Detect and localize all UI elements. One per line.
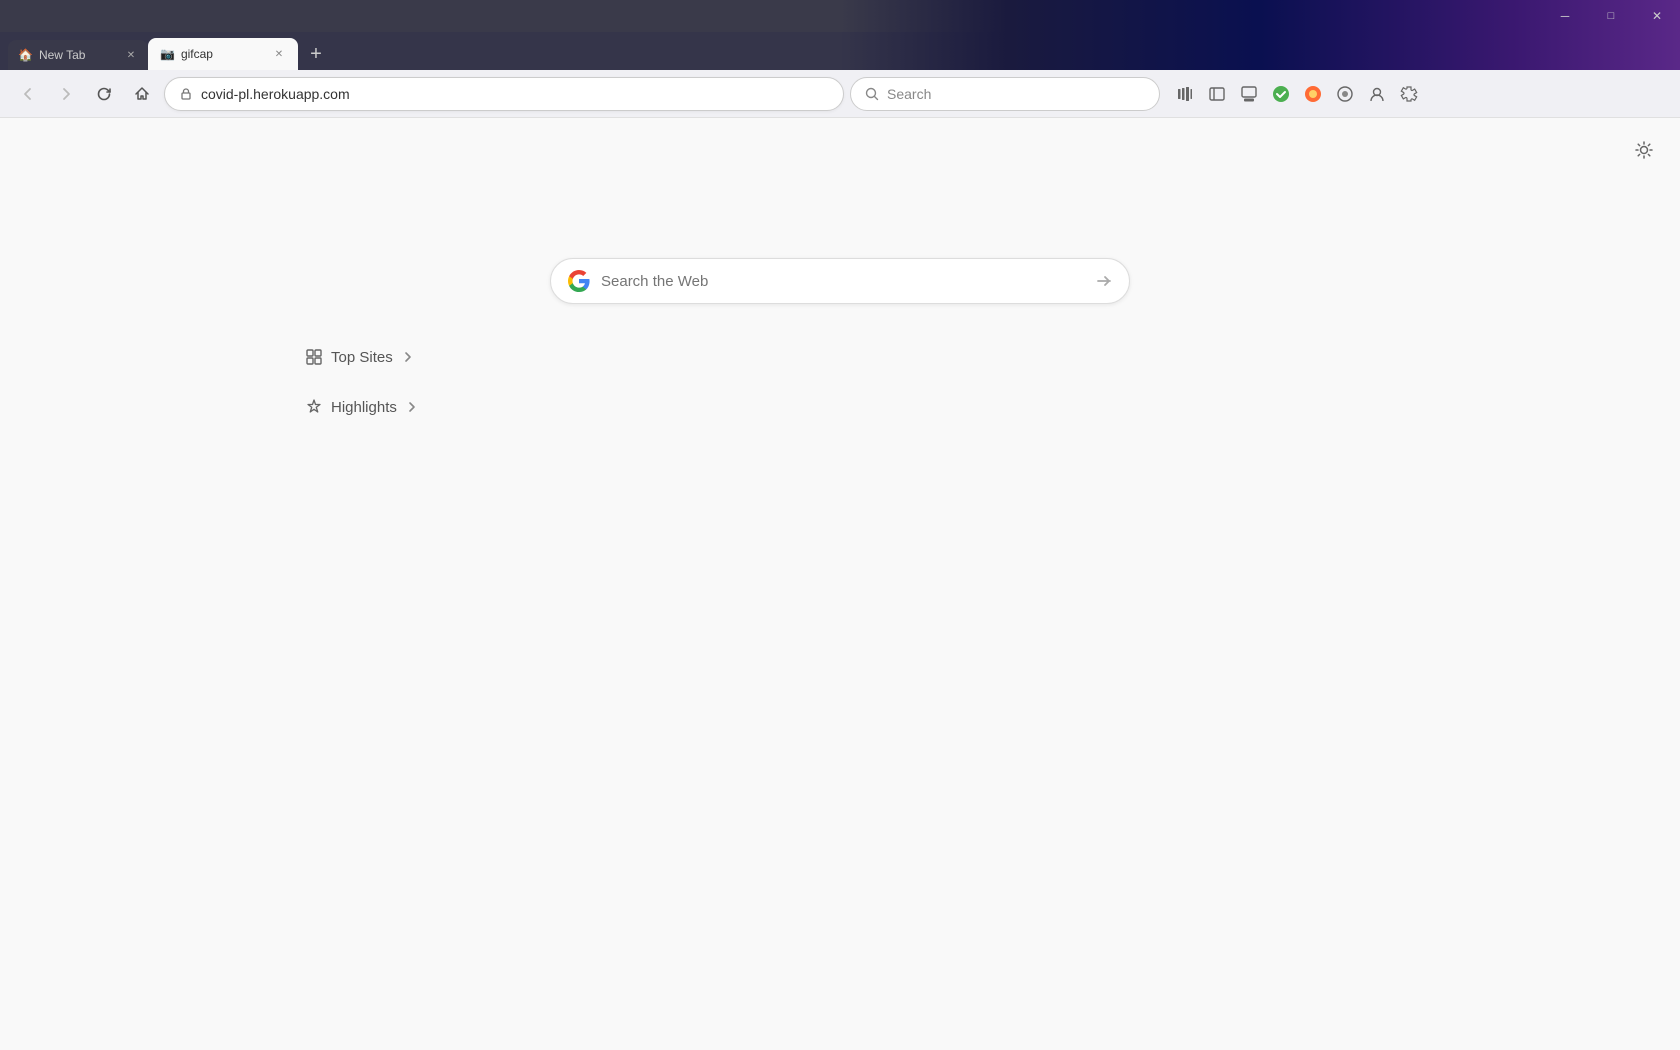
url-text: covid-pl.herokuapp.com	[201, 86, 350, 102]
gifcap-tab-title: gifcap	[181, 47, 266, 61]
top-sites-icon	[305, 348, 323, 366]
toolbar-icons	[1170, 79, 1424, 109]
settings-button[interactable]	[1628, 134, 1660, 166]
extension2-button[interactable]	[1298, 79, 1328, 109]
highlights-section[interactable]: Highlights	[305, 394, 605, 420]
refresh-icon	[96, 86, 112, 102]
tab-new-tab[interactable]: 🏠 New Tab ✕	[8, 40, 148, 70]
top-sites-section[interactable]: Top Sites	[305, 344, 605, 370]
sidebar-icon	[1208, 85, 1226, 103]
search-web-input[interactable]	[601, 273, 1085, 290]
sections-container: Top Sites Highlights	[305, 344, 605, 420]
search-submit-icon	[1095, 272, 1113, 290]
search-web-bar[interactable]	[550, 258, 1130, 304]
refresh-button[interactable]	[88, 78, 120, 110]
search-bar-icon	[865, 87, 879, 101]
back-button[interactable]	[12, 78, 44, 110]
back-icon	[20, 86, 36, 102]
top-sites-label: Top Sites	[331, 349, 393, 366]
top-sites-chevron-icon	[401, 350, 415, 364]
profile-button[interactable]	[1362, 79, 1392, 109]
maximize-button[interactable]: □	[1588, 0, 1634, 32]
tab-view-button[interactable]	[1234, 79, 1264, 109]
extension3-icon	[1336, 85, 1354, 103]
secure-icon	[179, 87, 193, 101]
extension1-button[interactable]	[1266, 79, 1296, 109]
library-icon	[1176, 85, 1194, 103]
settings-icon	[1634, 140, 1654, 160]
search-bar[interactable]: Search	[850, 77, 1160, 111]
profile-icon	[1368, 85, 1386, 103]
forward-icon	[58, 86, 74, 102]
highlights-label: Highlights	[331, 399, 397, 416]
home-button[interactable]	[126, 78, 158, 110]
extension3-button[interactable]	[1330, 79, 1360, 109]
highlights-chevron-icon	[405, 400, 419, 414]
extension2-icon	[1303, 84, 1323, 104]
minimize-button[interactable]: ─	[1542, 0, 1588, 32]
new-tab-button[interactable]: +	[302, 40, 330, 68]
gifcap-tab-close-icon[interactable]: ✕	[272, 47, 286, 61]
nav-bar: covid-pl.herokuapp.com Search	[0, 70, 1680, 118]
google-logo-icon	[567, 269, 591, 293]
close-button[interactable]: ✕	[1634, 0, 1680, 32]
new-tab-favicon: 🏠	[18, 48, 33, 62]
extensions-icon	[1400, 85, 1418, 103]
search-bar-placeholder: Search	[887, 86, 931, 102]
highlights-icon	[305, 398, 323, 416]
forward-button[interactable]	[50, 78, 82, 110]
extension1-icon	[1271, 84, 1291, 104]
new-tab-close-icon[interactable]: ✕	[124, 48, 138, 62]
tab-view-icon	[1240, 85, 1258, 103]
extensions-button[interactable]	[1394, 79, 1424, 109]
main-content: Top Sites Highlights	[0, 118, 1680, 1050]
library-button[interactable]	[1170, 79, 1200, 109]
sidebar-button[interactable]	[1202, 79, 1232, 109]
home-icon	[134, 86, 150, 102]
gifcap-favicon: 📷	[160, 47, 175, 61]
url-bar[interactable]: covid-pl.herokuapp.com	[164, 77, 844, 111]
tab-gifcap[interactable]: 📷 gifcap ✕	[148, 38, 298, 70]
new-tab-title: New Tab	[39, 48, 118, 62]
